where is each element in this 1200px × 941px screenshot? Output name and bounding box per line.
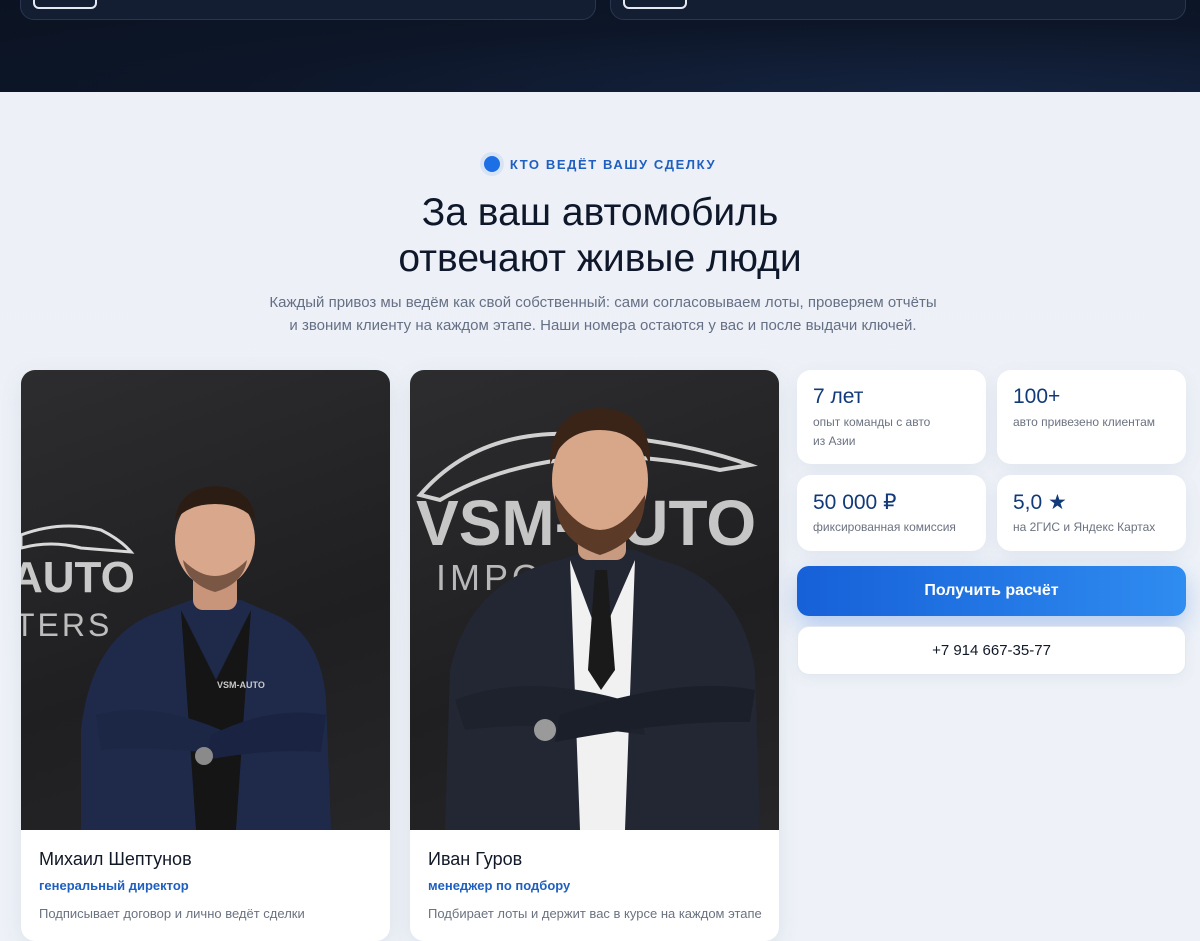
stat-value: 50 000 ₽: [813, 491, 897, 514]
section-title-line1: За ваш автомобиль: [421, 191, 779, 234]
team-name: Михаил Шептунов: [39, 849, 192, 869]
previous-card-right[interactable]: [610, 0, 1186, 20]
previous-card-button[interactable]: [623, 0, 687, 9]
section-title-line2: отвечают живые люди: [398, 237, 802, 280]
team-card-ceo: AUTO TERS VSM-AUTO Михаил Шептунов генер…: [21, 370, 390, 941]
section-eyebrow: КТО ВЕДЁТ ВАШУ СДЕЛКУ: [0, 156, 1200, 172]
section-subtitle: Каждый привоз мы ведём как свой собствен…: [250, 291, 956, 337]
previous-section-band: [0, 0, 1200, 92]
stat-value: 7 лет: [813, 385, 864, 408]
wall-logo-line1: AUTO: [21, 553, 135, 602]
section-title: За ваш автомобиль отвечают живые люди: [0, 190, 1200, 282]
stat-caption: авто привезено клиентам: [1013, 415, 1156, 429]
previous-card-button[interactable]: [33, 0, 97, 9]
stat-value: 100+: [1013, 385, 1061, 408]
team-photo-manager: VSM-AUTO IMPORTERS: [410, 370, 779, 830]
stat-card-rating: 5,0 ★ на 2ГИС и Яндекс Картах: [997, 475, 1186, 551]
stat-card-cars-delivered: 100+ авто привезено клиентам: [997, 370, 1186, 464]
team-desc: Подбирает лоты и держит вас в курсе на к…: [428, 906, 762, 921]
team-role: генеральный директор: [39, 878, 189, 893]
eyebrow-dot-icon: [483, 156, 500, 172]
get-quote-button[interactable]: Получить расчёт: [797, 566, 1186, 616]
team-photo-ceo: AUTO TERS VSM-AUTO: [21, 370, 390, 830]
stat-caption: на 2ГИС и Яндекс Картах: [1013, 520, 1156, 534]
team-role: менеджер по подбору: [428, 878, 571, 893]
previous-card-left[interactable]: [20, 0, 596, 20]
subtitle-line1: Каждый привоз мы ведём как свой собствен…: [269, 294, 937, 311]
stat-card-commission: 50 000 ₽ фиксированная комиссия: [797, 475, 986, 551]
stat-caption: фиксированная комиссия: [813, 520, 956, 534]
eyebrow-label: КТО ВЕДЁТ ВАШУ СДЕЛКУ: [509, 156, 717, 172]
stat-value: 5,0 ★: [1013, 491, 1067, 514]
stat-card-experience: 7 лет опыт команды с авто из Азии: [797, 370, 986, 464]
team-name: Иван Гуров: [428, 849, 523, 869]
phone-link[interactable]: +7 914 667-35-77: [797, 626, 1186, 675]
team-desc: Подписывает договор и лично ведёт сделки: [39, 906, 305, 921]
jacket-logo: VSM-AUTO: [217, 680, 265, 690]
team-card-manager: VSM-AUTO IMPORTERS Иван Гуров менеджер п…: [410, 370, 779, 941]
subtitle-line2: и звоним клиенту на каждом этапе. Наши н…: [289, 317, 917, 334]
wall-logo-line2: TERS: [21, 607, 112, 643]
stat-caption: опыт команды с авто из Азии: [813, 415, 931, 448]
